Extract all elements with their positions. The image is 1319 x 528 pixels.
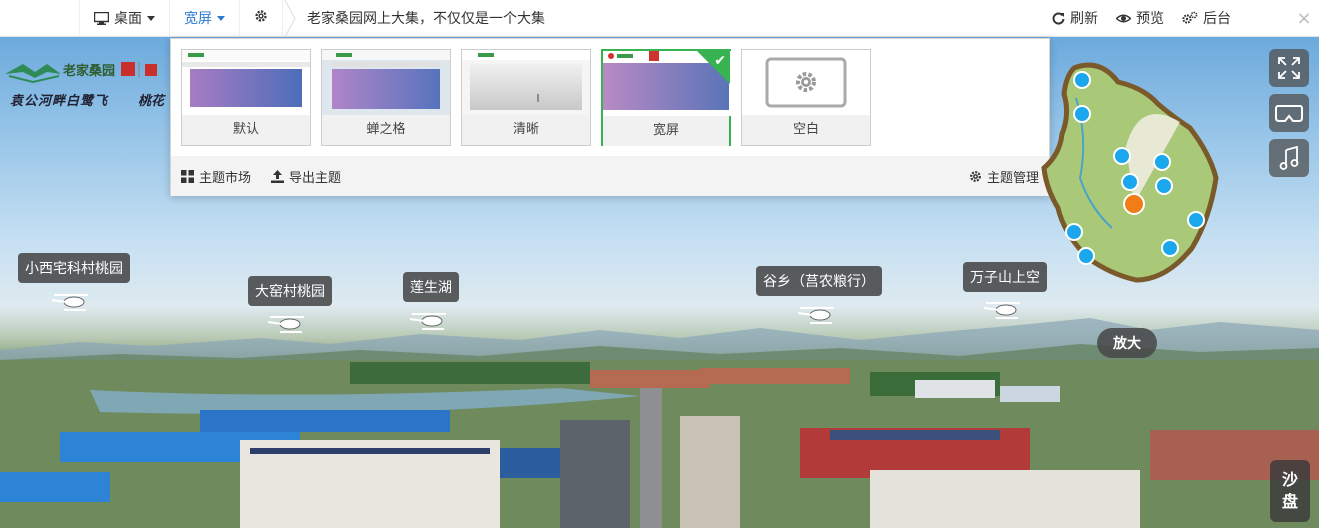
gears-icon	[1182, 11, 1198, 24]
hotspot-label[interactable]: 莲生湖	[403, 272, 459, 302]
logo-slogan-2: 桃花	[138, 94, 165, 109]
breadcrumb-chevron-icon	[284, 0, 296, 37]
helicopter-icon[interactable]	[408, 311, 452, 333]
theme-manage-label: 主题管理	[986, 170, 1039, 186]
theme-dropdown-panel: 默认 蝉之格 清晰 宽屏 ✔ 空白 主题市场 导出主题 主题管理	[170, 38, 1050, 196]
music-toggle-button[interactable]	[1269, 139, 1309, 177]
refresh-icon	[1052, 12, 1065, 25]
checkmark-icon: ✔	[714, 53, 726, 69]
theme-card-clear[interactable]: 清晰	[461, 49, 591, 146]
monitor-icon	[94, 11, 109, 25]
hotspot-label[interactable]: 小西宅科村桃园	[18, 253, 130, 283]
hotspot-label[interactable]: 万子山上空	[963, 262, 1047, 292]
theme-card-label: 清晰	[462, 115, 590, 145]
sandtable-toggle-button[interactable]: 沙 盘	[1270, 460, 1310, 522]
top-toolbar: 桌面 宽屏 老家桑园网上大集，不仅仅是一个大集 刷新 预览 后台 ×	[0, 0, 1319, 37]
export-theme-link[interactable]: 导出主题	[271, 167, 341, 186]
theme-thumbnail	[462, 50, 590, 115]
theme-card-list: 默认 蝉之格 清晰 宽屏 ✔ 空白	[171, 39, 1049, 156]
chevron-down-icon	[217, 15, 225, 21]
theme-thumbnail	[742, 50, 870, 115]
preview-label: 预览	[1136, 11, 1164, 27]
grid-icon	[181, 169, 194, 183]
eye-icon	[1116, 14, 1131, 22]
sandtable-map[interactable]	[1040, 58, 1220, 286]
theme-thumbnail	[322, 50, 450, 115]
settings-button[interactable]	[240, 0, 283, 37]
theme-card-wide[interactable]: 宽屏 ✔	[601, 49, 731, 146]
theme-panel-footer: 主题市场 导出主题 主题管理	[171, 156, 1049, 196]
page-title: 老家桑园网上大集，不仅仅是一个大集	[307, 11, 545, 27]
logo-slogan: 袁公河畔白鹭飞	[10, 94, 109, 109]
gear-icon	[254, 9, 268, 27]
widescreen-theme-dropdown[interactable]: 宽屏	[170, 0, 240, 37]
vr-mode-button[interactable]	[1269, 94, 1309, 132]
theme-card-blank[interactable]: 空白	[741, 49, 871, 146]
hotspot-label[interactable]: 谷乡（莒农粮行）	[756, 266, 882, 296]
sandpan-label-2: 盘	[1281, 492, 1298, 511]
desktop-label: 桌面	[114, 11, 142, 27]
theme-card-default[interactable]: 默认	[181, 49, 311, 146]
town-landscape	[0, 360, 1319, 528]
refresh-button[interactable]: 刷新	[1052, 8, 1098, 28]
theme-manage-link[interactable]: 主题管理	[969, 167, 1039, 186]
toolbar-spacer	[0, 0, 80, 37]
chevron-down-icon	[147, 15, 155, 21]
fullscreen-button[interactable]	[1269, 49, 1309, 87]
theme-card-label: 默认	[182, 115, 310, 145]
helicopter-icon[interactable]	[266, 314, 310, 336]
hotspot-label[interactable]: 大窑村桃园	[248, 276, 332, 306]
backend-label: 后台	[1203, 11, 1231, 27]
desktop-dropdown[interactable]: 桌面	[80, 0, 170, 37]
theme-card-cicada[interactable]: 蝉之格	[321, 49, 451, 146]
export-theme-label: 导出主题	[289, 170, 342, 186]
sandpan-label-1: 沙	[1281, 470, 1298, 489]
fullscreen-icon	[1278, 57, 1300, 79]
close-icon[interactable]: ×	[1289, 8, 1319, 29]
theme-card-label: 宽屏	[603, 116, 729, 146]
gear-icon	[970, 170, 981, 182]
helicopter-icon[interactable]	[50, 292, 94, 314]
music-note-icon	[1279, 146, 1299, 170]
preview-button[interactable]: 预览	[1116, 8, 1164, 28]
theme-thumbnail	[182, 50, 310, 115]
theme-market-link[interactable]: 主题市场	[181, 167, 251, 186]
vr-goggles-icon	[1275, 105, 1303, 122]
toolbar-actions: 刷新 预览 后台 ×	[1052, 0, 1319, 37]
refresh-label: 刷新	[1070, 11, 1098, 27]
helicopter-icon[interactable]	[982, 300, 1026, 322]
helicopter-icon[interactable]	[796, 305, 840, 327]
theme-card-label: 空白	[742, 115, 870, 145]
logo-name: 老家桑园	[63, 64, 116, 79]
theme-market-label: 主题市场	[199, 170, 252, 186]
theme-card-label: 蝉之格	[322, 115, 450, 145]
upload-icon	[271, 169, 285, 183]
zoom-in-button[interactable]: 放大	[1097, 328, 1157, 358]
widescreen-label: 宽屏	[184, 11, 212, 27]
backend-button[interactable]: 后台	[1182, 8, 1231, 28]
